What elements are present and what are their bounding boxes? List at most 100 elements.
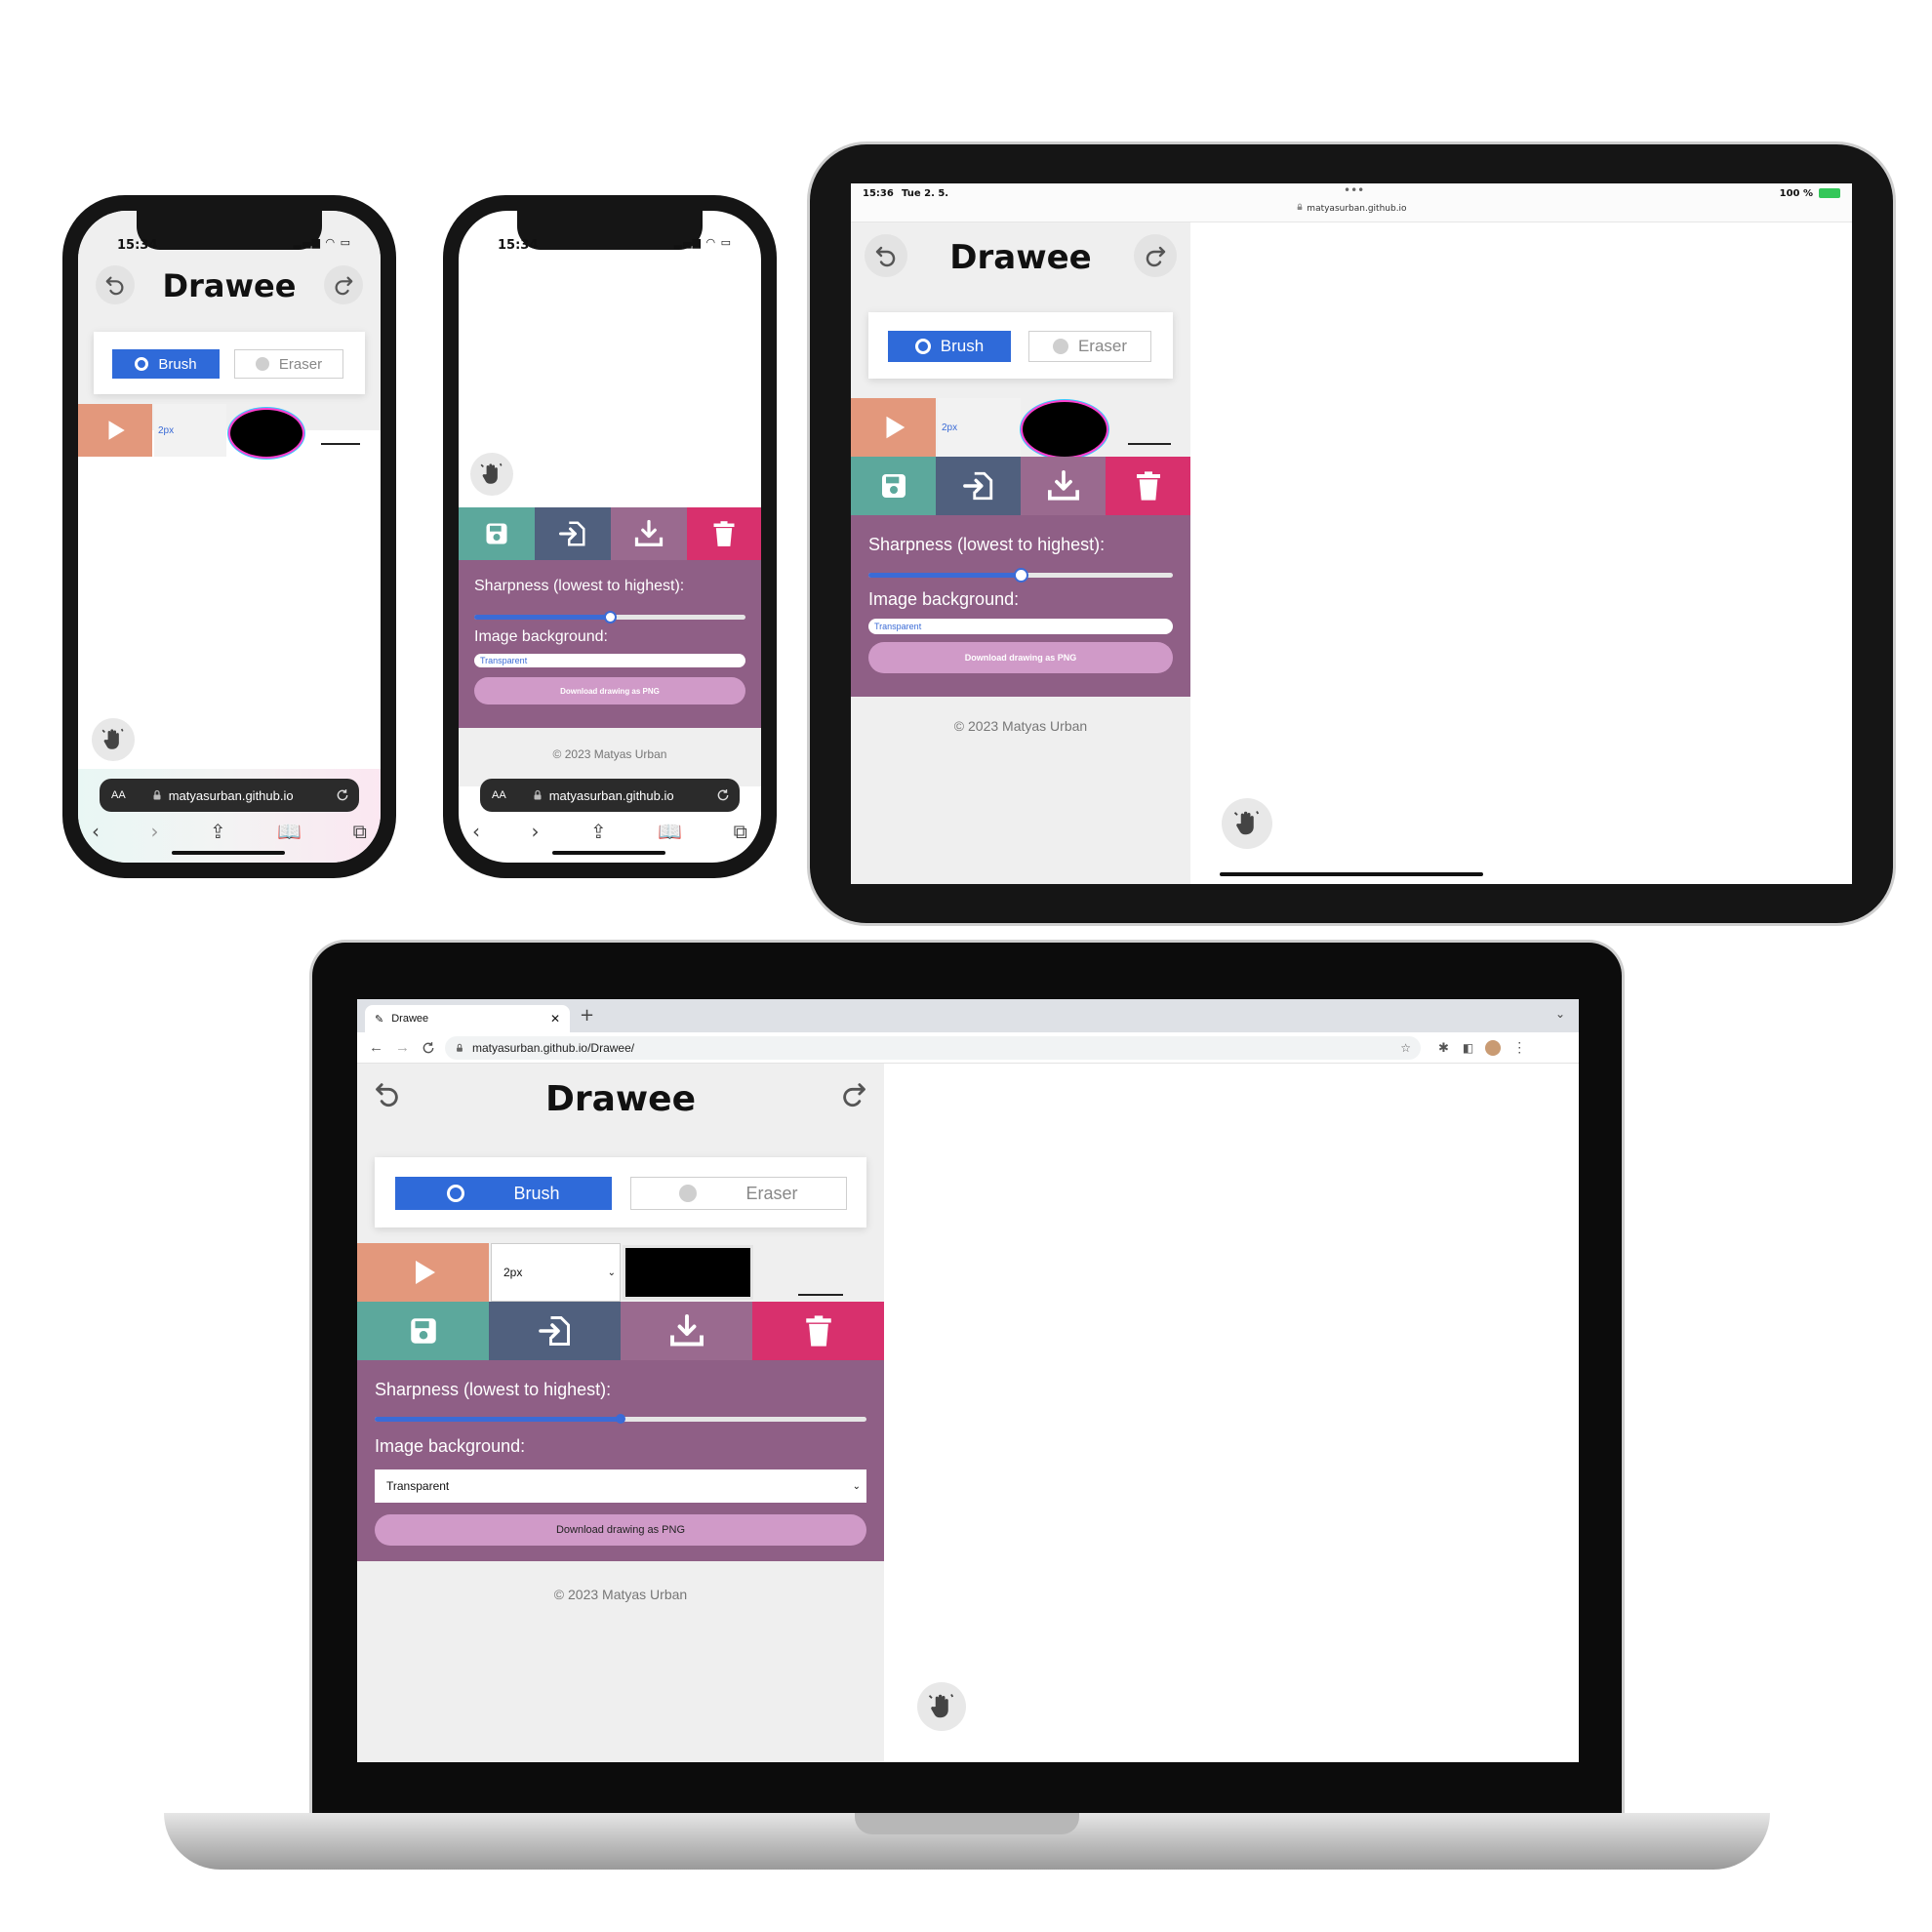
- brush-button[interactable]: Brush: [395, 1177, 612, 1210]
- play-button[interactable]: [357, 1243, 489, 1302]
- import-button[interactable]: [535, 507, 611, 560]
- eraser-label: Eraser: [1077, 337, 1128, 355]
- reload-icon[interactable]: [422, 1041, 435, 1055]
- eraser-button[interactable]: Eraser: [1028, 331, 1151, 362]
- sharpness-slider-thumb[interactable]: [603, 611, 617, 624]
- brush-button[interactable]: Brush: [112, 349, 220, 379]
- bookmarks-icon[interactable]: 📖: [277, 820, 302, 843]
- forward-icon[interactable]: →: [395, 1039, 410, 1056]
- background-label: Image background:: [868, 589, 1020, 609]
- brush-label: Brush: [513, 1183, 560, 1203]
- brush-size-select[interactable]: 2px ⌄: [491, 1243, 621, 1302]
- trash-icon: [802, 1314, 835, 1348]
- forward-icon[interactable]: ›: [532, 820, 540, 843]
- menu-icon[interactable]: ⋮: [1512, 1039, 1526, 1056]
- redo-button[interactable]: [837, 1077, 870, 1110]
- share-icon[interactable]: ⇪: [590, 820, 607, 843]
- bookmark-star-icon[interactable]: ☆: [1400, 1041, 1411, 1055]
- reload-icon[interactable]: [716, 788, 730, 802]
- brush-size-select[interactable]: 2px: [154, 404, 226, 457]
- redo-icon: [333, 274, 354, 296]
- bookmarks-icon[interactable]: 📖: [658, 820, 682, 843]
- back-icon[interactable]: ←: [369, 1039, 383, 1056]
- gesture-button[interactable]: [92, 718, 135, 761]
- export-panel: Sharpness (lowest to highest): Image bac…: [459, 560, 761, 728]
- download-png-button[interactable]: Download drawing as PNG: [474, 677, 745, 704]
- brush-radio-icon: [914, 339, 931, 354]
- brush-size-value: 2px: [158, 424, 175, 436]
- tabs-icon[interactable]: ⧉: [353, 820, 367, 843]
- play-button[interactable]: [851, 398, 936, 457]
- import-button[interactable]: [936, 457, 1021, 515]
- back-icon[interactable]: ‹: [472, 820, 480, 843]
- brush-size-select[interactable]: 2px: [938, 398, 1021, 457]
- trash-icon: [710, 520, 738, 547]
- download-png-button[interactable]: Download drawing as PNG: [375, 1514, 866, 1546]
- delete-button[interactable]: [1106, 457, 1190, 515]
- extensions-icon[interactable]: ✱: [1438, 1040, 1449, 1056]
- save-button[interactable]: [459, 507, 535, 560]
- tab-search-icon[interactable]: ⌄: [1555, 1007, 1565, 1021]
- redo-button[interactable]: [324, 265, 363, 304]
- sharpness-slider-thumb[interactable]: [1013, 568, 1028, 583]
- delete-button[interactable]: [752, 1302, 884, 1360]
- eraser-button[interactable]: Eraser: [630, 1177, 847, 1210]
- download-png-button[interactable]: Download drawing as PNG: [868, 642, 1173, 673]
- sharpness-label: Sharpness (lowest to highest):: [474, 578, 685, 594]
- color-picker[interactable]: [1023, 402, 1107, 457]
- download-button[interactable]: [611, 507, 687, 560]
- tablet-screen: 15:36 Tue 2. 5. ••• matyasurban.github.i…: [851, 183, 1852, 884]
- text-size-button[interactable]: AA: [492, 789, 506, 801]
- export-panel: Sharpness (lowest to highest): Image bac…: [357, 1360, 884, 1561]
- play-button[interactable]: [78, 404, 152, 457]
- gesture-button[interactable]: [1222, 798, 1272, 849]
- forward-icon[interactable]: ›: [151, 820, 159, 843]
- tablet-url: matyasurban.github.io: [851, 203, 1852, 214]
- background-select[interactable]: Transparent: [868, 619, 1173, 634]
- hand-gesture-icon: [101, 727, 126, 752]
- background-select[interactable]: Transparent ⌄: [375, 1469, 866, 1503]
- import-button[interactable]: [489, 1302, 621, 1360]
- phone-2-url-bar[interactable]: AA matyasurban.github.io: [480, 779, 740, 812]
- delete-button[interactable]: [687, 507, 761, 560]
- download-button[interactable]: [1021, 457, 1106, 515]
- phone-2-status-icons: ▂▄▆ ◠ ▭: [673, 236, 732, 249]
- save-button[interactable]: [357, 1302, 489, 1360]
- hand-gesture-icon: [927, 1692, 956, 1721]
- side-panel-icon[interactable]: ◧: [1463, 1041, 1473, 1055]
- phone-1-url-bar[interactable]: AA matyasurban.github.io: [100, 779, 359, 812]
- share-icon[interactable]: ⇪: [210, 820, 226, 843]
- browser-tab[interactable]: ✎ Drawee ✕: [365, 1005, 570, 1032]
- tab-title: Drawee: [391, 1013, 429, 1025]
- import-icon: [962, 469, 995, 503]
- sharpness-slider-thumb[interactable]: [616, 1414, 625, 1424]
- eraser-label: Eraser: [745, 1183, 798, 1203]
- phone-1-status-icons: ▂▄▆ ◠ ▭: [293, 236, 351, 249]
- eraser-radio-icon: [1052, 339, 1068, 354]
- phone-2-url: matyasurban.github.io: [548, 787, 674, 803]
- color-picker[interactable]: [623, 1245, 753, 1300]
- lock-icon: [151, 789, 163, 801]
- tabs-icon[interactable]: ⧉: [734, 820, 747, 843]
- play-icon: [102, 418, 128, 443]
- background-select[interactable]: Transparent: [474, 654, 745, 667]
- text-size-button[interactable]: AA: [111, 789, 126, 801]
- address-bar[interactable]: matyasurban.github.io/Drawee/ ☆: [445, 1035, 1421, 1060]
- gesture-button[interactable]: [917, 1682, 966, 1731]
- back-icon[interactable]: ‹: [92, 820, 100, 843]
- download-button[interactable]: [621, 1302, 752, 1360]
- color-picker[interactable]: [230, 410, 302, 457]
- redo-button[interactable]: [1134, 234, 1177, 277]
- new-tab-button[interactable]: +: [580, 1005, 594, 1026]
- close-tab-icon[interactable]: ✕: [550, 1012, 560, 1026]
- import-icon: [558, 519, 587, 548]
- save-button[interactable]: [851, 457, 936, 515]
- reload-icon[interactable]: [336, 788, 349, 802]
- tablet-more-icon[interactable]: •••: [1344, 183, 1364, 197]
- gesture-button[interactable]: [470, 453, 513, 496]
- address-url: matyasurban.github.io/Drawee/: [472, 1040, 635, 1055]
- eraser-button[interactable]: Eraser: [234, 349, 343, 379]
- background-label: Image background:: [474, 628, 608, 645]
- brush-button[interactable]: Brush: [888, 331, 1011, 362]
- profile-avatar[interactable]: [1485, 1039, 1502, 1056]
